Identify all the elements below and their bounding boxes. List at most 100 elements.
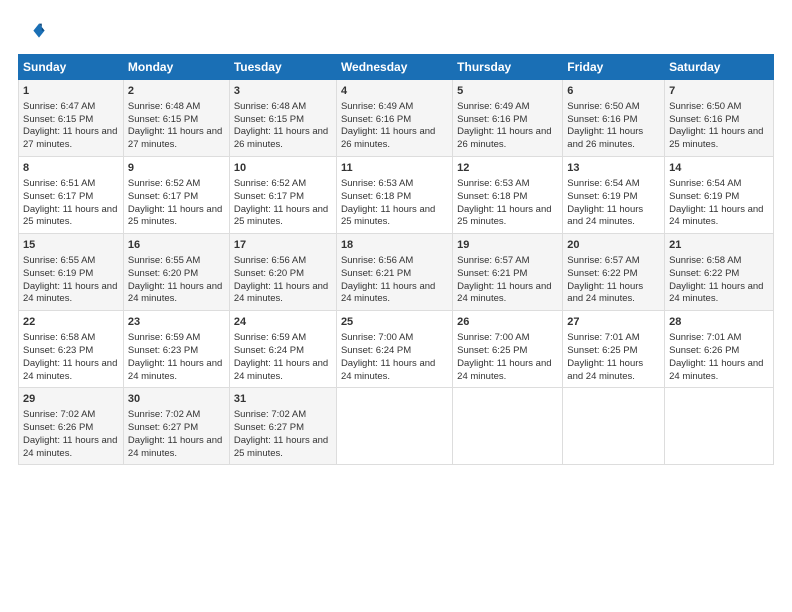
header — [18, 18, 774, 46]
calendar-row: 8Sunrise: 6:51 AMSunset: 6:17 PMDaylight… — [19, 157, 774, 234]
table-cell: 14Sunrise: 6:54 AMSunset: 6:19 PMDayligh… — [665, 157, 774, 234]
table-cell: 30Sunrise: 7:02 AMSunset: 6:27 PMDayligh… — [123, 388, 229, 465]
day-number: 15 — [23, 238, 119, 253]
sunset-text: Sunset: 6:20 PM — [234, 268, 304, 279]
sunrise-text: Sunrise: 7:02 AM — [23, 409, 95, 420]
daylight-text: Daylight: 11 hours and 27 minutes. — [23, 126, 117, 150]
day-number: 4 — [341, 84, 448, 99]
sunset-text: Sunset: 6:25 PM — [567, 345, 637, 356]
day-number: 21 — [669, 238, 769, 253]
day-number: 18 — [341, 238, 448, 253]
table-cell: 23Sunrise: 6:59 AMSunset: 6:23 PMDayligh… — [123, 311, 229, 388]
day-number: 17 — [234, 238, 332, 253]
sunrise-text: Sunrise: 6:54 AM — [567, 178, 639, 189]
sunset-text: Sunset: 6:16 PM — [669, 114, 739, 125]
sunset-text: Sunset: 6:22 PM — [669, 268, 739, 279]
daylight-text: Daylight: 11 hours and 26 minutes. — [234, 126, 328, 150]
table-cell: 13Sunrise: 6:54 AMSunset: 6:19 PMDayligh… — [563, 157, 665, 234]
table-cell: 24Sunrise: 6:59 AMSunset: 6:24 PMDayligh… — [229, 311, 336, 388]
sunrise-text: Sunrise: 7:00 AM — [341, 332, 413, 343]
sunrise-text: Sunrise: 6:55 AM — [128, 255, 200, 266]
daylight-text: Daylight: 11 hours and 24 minutes. — [128, 358, 222, 382]
table-cell: 22Sunrise: 6:58 AMSunset: 6:23 PMDayligh… — [19, 311, 124, 388]
sunrise-text: Sunrise: 6:47 AM — [23, 101, 95, 112]
table-cell: 29Sunrise: 7:02 AMSunset: 6:26 PMDayligh… — [19, 388, 124, 465]
table-cell: 21Sunrise: 6:58 AMSunset: 6:22 PMDayligh… — [665, 234, 774, 311]
day-number: 5 — [457, 84, 558, 99]
sunset-text: Sunset: 6:15 PM — [23, 114, 93, 125]
table-cell: 3Sunrise: 6:48 AMSunset: 6:15 PMDaylight… — [229, 80, 336, 157]
daylight-text: Daylight: 11 hours and 24 minutes. — [234, 281, 328, 305]
sunrise-text: Sunrise: 6:49 AM — [457, 101, 529, 112]
table-cell: 26Sunrise: 7:00 AMSunset: 6:25 PMDayligh… — [453, 311, 563, 388]
daylight-text: Daylight: 11 hours and 24 minutes. — [567, 281, 643, 305]
day-number: 25 — [341, 315, 448, 330]
daylight-text: Daylight: 11 hours and 26 minutes. — [567, 126, 643, 150]
sunrise-text: Sunrise: 7:00 AM — [457, 332, 529, 343]
sunset-text: Sunset: 6:15 PM — [128, 114, 198, 125]
day-number: 7 — [669, 84, 769, 99]
header-row: Sunday Monday Tuesday Wednesday Thursday… — [19, 55, 774, 80]
sunset-text: Sunset: 6:17 PM — [234, 191, 304, 202]
table-cell: 8Sunrise: 6:51 AMSunset: 6:17 PMDaylight… — [19, 157, 124, 234]
table-cell: 18Sunrise: 6:56 AMSunset: 6:21 PMDayligh… — [336, 234, 452, 311]
day-number: 24 — [234, 315, 332, 330]
sunrise-text: Sunrise: 6:59 AM — [234, 332, 306, 343]
sunset-text: Sunset: 6:21 PM — [457, 268, 527, 279]
table-cell: 27Sunrise: 7:01 AMSunset: 6:25 PMDayligh… — [563, 311, 665, 388]
sunset-text: Sunset: 6:16 PM — [457, 114, 527, 125]
daylight-text: Daylight: 11 hours and 24 minutes. — [23, 281, 117, 305]
sunset-text: Sunset: 6:25 PM — [457, 345, 527, 356]
day-number: 10 — [234, 161, 332, 176]
daylight-text: Daylight: 11 hours and 24 minutes. — [341, 281, 435, 305]
sunset-text: Sunset: 6:17 PM — [128, 191, 198, 202]
col-sunday: Sunday — [19, 55, 124, 80]
sunrise-text: Sunrise: 6:52 AM — [234, 178, 306, 189]
table-cell: 28Sunrise: 7:01 AMSunset: 6:26 PMDayligh… — [665, 311, 774, 388]
daylight-text: Daylight: 11 hours and 24 minutes. — [23, 435, 117, 459]
sunrise-text: Sunrise: 6:50 AM — [669, 101, 741, 112]
sunrise-text: Sunrise: 6:48 AM — [128, 101, 200, 112]
day-number: 30 — [128, 392, 225, 407]
col-wednesday: Wednesday — [336, 55, 452, 80]
table-cell: 4Sunrise: 6:49 AMSunset: 6:16 PMDaylight… — [336, 80, 452, 157]
logo-icon — [18, 18, 46, 46]
table-cell: 20Sunrise: 6:57 AMSunset: 6:22 PMDayligh… — [563, 234, 665, 311]
day-number: 26 — [457, 315, 558, 330]
sunrise-text: Sunrise: 6:49 AM — [341, 101, 413, 112]
day-number: 14 — [669, 161, 769, 176]
sunrise-text: Sunrise: 6:51 AM — [23, 178, 95, 189]
sunrise-text: Sunrise: 6:53 AM — [341, 178, 413, 189]
sunset-text: Sunset: 6:24 PM — [341, 345, 411, 356]
sunset-text: Sunset: 6:18 PM — [457, 191, 527, 202]
sunrise-text: Sunrise: 7:02 AM — [128, 409, 200, 420]
daylight-text: Daylight: 11 hours and 24 minutes. — [23, 358, 117, 382]
calendar-body: 1Sunrise: 6:47 AMSunset: 6:15 PMDaylight… — [19, 80, 774, 465]
daylight-text: Daylight: 11 hours and 24 minutes. — [567, 358, 643, 382]
col-friday: Friday — [563, 55, 665, 80]
daylight-text: Daylight: 11 hours and 25 minutes. — [23, 204, 117, 228]
day-number: 12 — [457, 161, 558, 176]
sunset-text: Sunset: 6:23 PM — [128, 345, 198, 356]
table-cell: 11Sunrise: 6:53 AMSunset: 6:18 PMDayligh… — [336, 157, 452, 234]
calendar-row: 29Sunrise: 7:02 AMSunset: 6:26 PMDayligh… — [19, 388, 774, 465]
day-number: 16 — [128, 238, 225, 253]
sunset-text: Sunset: 6:15 PM — [234, 114, 304, 125]
sunset-text: Sunset: 6:19 PM — [567, 191, 637, 202]
sunset-text: Sunset: 6:26 PM — [669, 345, 739, 356]
table-cell: 31Sunrise: 7:02 AMSunset: 6:27 PMDayligh… — [229, 388, 336, 465]
sunrise-text: Sunrise: 6:57 AM — [567, 255, 639, 266]
day-number: 31 — [234, 392, 332, 407]
sunrise-text: Sunrise: 6:57 AM — [457, 255, 529, 266]
daylight-text: Daylight: 11 hours and 24 minutes. — [128, 435, 222, 459]
day-number: 29 — [23, 392, 119, 407]
table-cell — [453, 388, 563, 465]
daylight-text: Daylight: 11 hours and 24 minutes. — [234, 358, 328, 382]
table-cell: 5Sunrise: 6:49 AMSunset: 6:16 PMDaylight… — [453, 80, 563, 157]
daylight-text: Daylight: 11 hours and 24 minutes. — [669, 204, 763, 228]
sunrise-text: Sunrise: 7:02 AM — [234, 409, 306, 420]
sunrise-text: Sunrise: 6:58 AM — [669, 255, 741, 266]
table-cell: 25Sunrise: 7:00 AMSunset: 6:24 PMDayligh… — [336, 311, 452, 388]
sunset-text: Sunset: 6:17 PM — [23, 191, 93, 202]
daylight-text: Daylight: 11 hours and 24 minutes. — [457, 281, 551, 305]
